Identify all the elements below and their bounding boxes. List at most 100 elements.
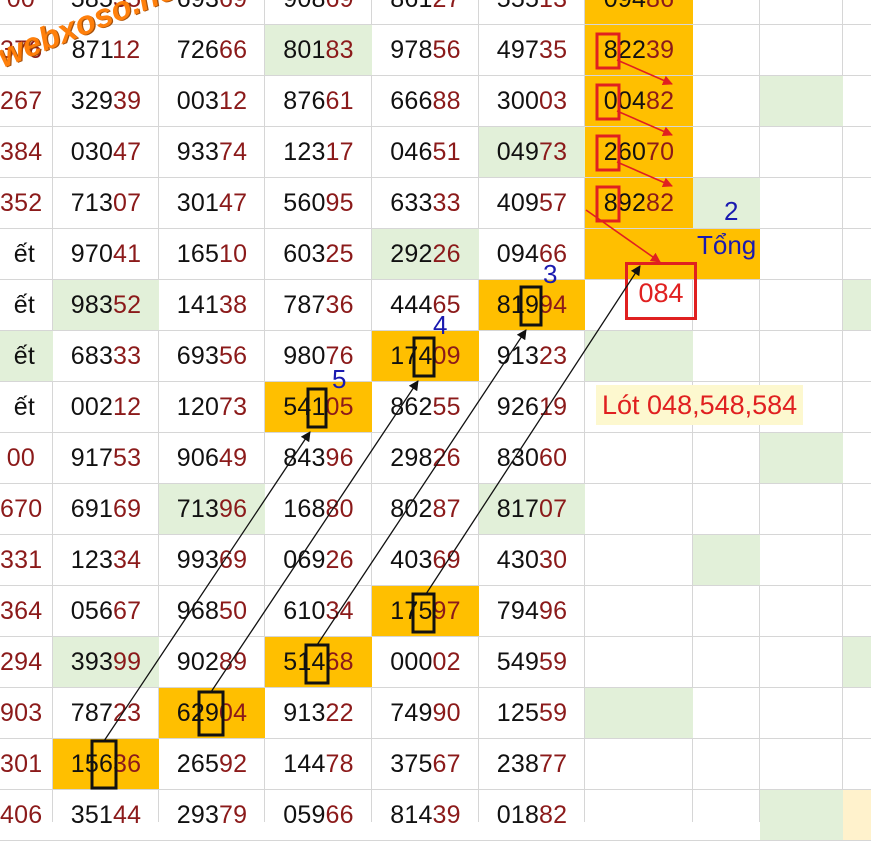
result-cell[interactable]: 86255 [372,382,479,433]
empty-cell[interactable] [693,127,760,178]
empty-cell[interactable] [843,280,871,331]
result-cell[interactable]: 17409 [372,331,479,382]
row-label-cell[interactable]: 301 [0,739,53,790]
empty-cell[interactable] [760,76,843,127]
result-cell[interactable]: 26592 [159,739,265,790]
result-cell[interactable]: 96850 [159,586,265,637]
empty-cell[interactable] [693,433,760,484]
empty-cell[interactable] [585,637,693,688]
empty-cell[interactable] [693,280,760,331]
result-cell[interactable]: 39399 [53,637,159,688]
result-cell[interactable]: 12334 [53,535,159,586]
result-cell[interactable]: 17597 [372,586,479,637]
row-label-cell[interactable]: ết [0,382,53,433]
result-cell[interactable]: 37567 [372,739,479,790]
result-cell[interactable]: 81439 [372,790,479,841]
empty-cell[interactable] [693,178,760,229]
result-cell[interactable]: 61034 [265,586,372,637]
empty-cell[interactable] [760,382,843,433]
result-cell[interactable]: 00312 [159,76,265,127]
empty-cell[interactable] [585,739,693,790]
result-cell[interactable]: 00212 [53,382,159,433]
result-cell[interactable]: 78723 [53,688,159,739]
result-cell[interactable]: 91753 [53,433,159,484]
result-cell[interactable]: 97041 [53,229,159,280]
result-cell[interactable]: 98076 [265,331,372,382]
empty-cell[interactable] [760,739,843,790]
result-cell[interactable]: 12073 [159,382,265,433]
result-cell[interactable]: 69356 [159,331,265,382]
row-label-cell[interactable]: 352 [0,178,53,229]
result-cell[interactable]: 71307 [53,178,159,229]
result-cell[interactable]: 12317 [265,127,372,178]
empty-cell[interactable] [760,331,843,382]
result-cell[interactable]: 80287 [372,484,479,535]
result-cell[interactable]: 66688 [372,76,479,127]
empty-cell[interactable] [693,586,760,637]
result-cell[interactable]: 16880 [265,484,372,535]
empty-cell[interactable] [693,739,760,790]
result-cell[interactable]: 09466 [479,229,585,280]
row-label-cell[interactable]: 294 [0,637,53,688]
result-cell[interactable]: 81707 [479,484,585,535]
empty-cell[interactable] [843,484,871,535]
result-cell[interactable]: 00482 [585,76,693,127]
empty-cell[interactable] [760,178,843,229]
empty-cell[interactable] [693,0,760,25]
empty-cell[interactable] [843,127,871,178]
empty-cell[interactable] [585,535,693,586]
result-cell[interactable]: 49735 [479,25,585,76]
row-label-cell[interactable]: 00 [0,0,53,25]
empty-cell[interactable] [585,229,693,280]
row-label-cell[interactable]: 903 [0,688,53,739]
result-cell[interactable]: 99369 [159,535,265,586]
empty-cell[interactable] [585,280,693,331]
empty-cell[interactable] [693,25,760,76]
empty-cell[interactable] [693,535,760,586]
result-cell[interactable]: 04973 [479,127,585,178]
result-cell[interactable]: 54105 [265,382,372,433]
result-cell[interactable]: 05667 [53,586,159,637]
result-cell[interactable]: 56095 [265,178,372,229]
result-cell[interactable]: 14478 [265,739,372,790]
result-cell[interactable]: 69369 [159,0,265,25]
empty-cell[interactable] [585,586,693,637]
empty-cell[interactable] [693,382,760,433]
result-cell[interactable]: 86127 [372,0,479,25]
empty-cell[interactable] [585,484,693,535]
empty-cell[interactable] [760,280,843,331]
result-cell[interactable]: 80183 [265,25,372,76]
empty-cell[interactable] [843,229,871,280]
row-label-cell[interactable]: ết [0,331,53,382]
result-cell[interactable]: 58535 [53,0,159,25]
row-label-cell[interactable]: 384 [0,127,53,178]
empty-cell[interactable] [760,484,843,535]
result-cell[interactable]: 87661 [265,76,372,127]
result-cell[interactable]: 90649 [159,433,265,484]
result-cell[interactable]: 29826 [372,433,479,484]
result-cell[interactable]: 09486 [585,0,693,25]
empty-cell[interactable] [585,382,693,433]
result-cell[interactable]: 05966 [265,790,372,841]
empty-cell[interactable] [760,535,843,586]
result-cell[interactable]: 30003 [479,76,585,127]
empty-cell[interactable] [760,637,843,688]
empty-cell[interactable] [693,790,760,841]
result-cell[interactable]: 26070 [585,127,693,178]
result-cell[interactable]: 69169 [53,484,159,535]
result-cell[interactable]: 93374 [159,127,265,178]
empty-cell[interactable] [693,637,760,688]
result-cell[interactable]: 84396 [265,433,372,484]
result-cell[interactable]: 03047 [53,127,159,178]
result-cell[interactable]: 74990 [372,688,479,739]
result-cell[interactable]: 43030 [479,535,585,586]
result-cell[interactable]: 90869 [265,0,372,25]
empty-cell[interactable] [760,229,843,280]
empty-cell[interactable] [843,0,871,25]
empty-cell[interactable] [760,0,843,25]
result-cell[interactable]: 51468 [265,637,372,688]
empty-cell[interactable] [693,331,760,382]
row-label-cell[interactable]: ết [0,280,53,331]
empty-cell[interactable] [585,331,693,382]
empty-cell[interactable] [693,688,760,739]
